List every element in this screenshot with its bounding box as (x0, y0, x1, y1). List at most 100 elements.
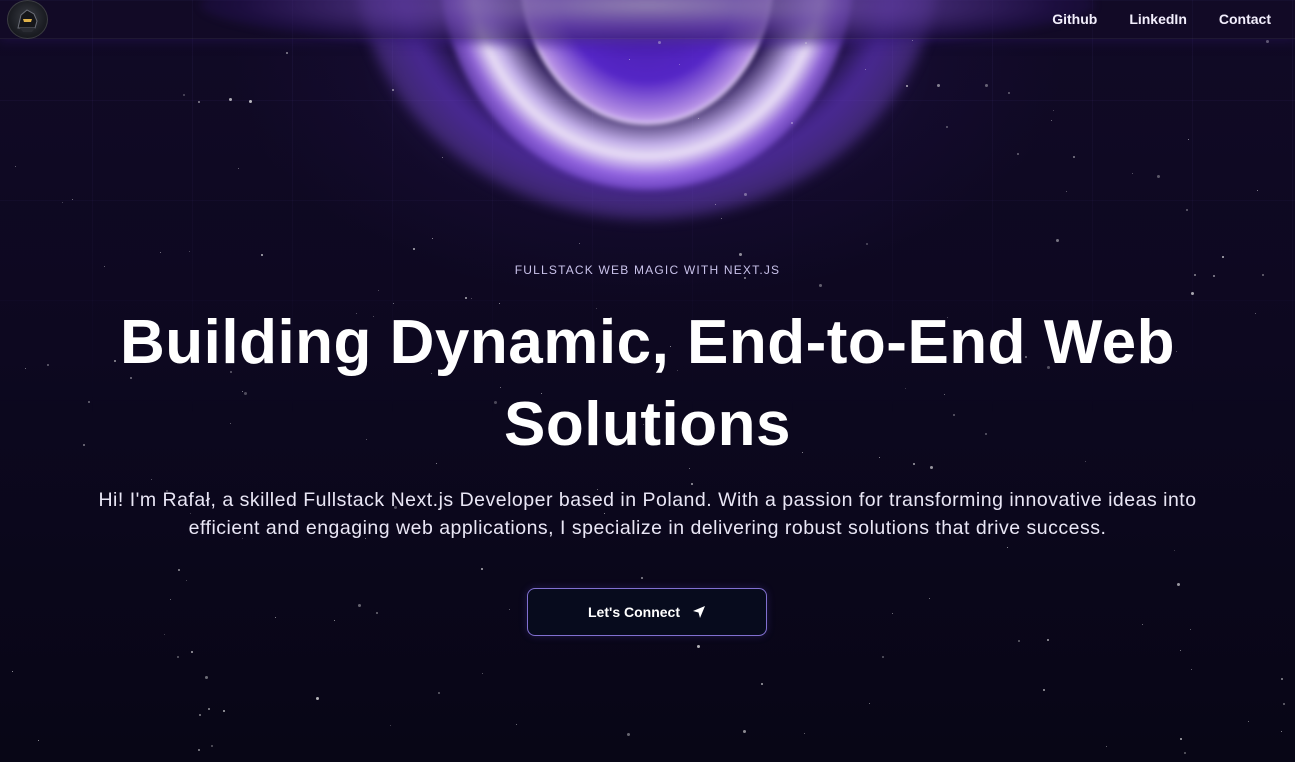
star-dot (442, 157, 443, 158)
star-dot (869, 703, 870, 704)
star-dot (286, 52, 288, 54)
star-dot (186, 580, 187, 581)
star-dot (1043, 689, 1045, 691)
star-dot (1142, 624, 1143, 625)
star-dot (1008, 92, 1010, 94)
star-dot (358, 604, 361, 607)
star-dot (804, 733, 805, 734)
star-dot (38, 740, 39, 741)
star-dot (275, 617, 276, 618)
helmet-logo-icon (17, 9, 38, 32)
star-dot (229, 98, 232, 101)
hero-intro: Hi! I'm Rafał, a skilled Fullstack Next.… (98, 489, 1197, 539)
star-dot (334, 620, 335, 621)
star-dot (698, 118, 699, 119)
star-dot (62, 202, 63, 203)
star-dot (985, 84, 988, 87)
star-dot (739, 253, 742, 256)
star-dot (1190, 629, 1191, 630)
star-dot (744, 193, 747, 196)
star-dot (629, 59, 630, 60)
star-dot (1106, 746, 1107, 747)
star-dot (1283, 703, 1285, 705)
star-dot (392, 89, 394, 91)
star-dot (641, 577, 643, 579)
star-dot (1132, 173, 1133, 174)
star-dot (170, 599, 171, 600)
star-dot (390, 725, 391, 726)
star-dot (15, 166, 16, 167)
star-dot (791, 122, 793, 124)
send-arrow-icon (692, 605, 706, 619)
star-dot (937, 84, 940, 87)
star-dot (223, 710, 225, 712)
nav-link-github[interactable]: Github (1052, 11, 1097, 27)
star-dot (12, 671, 13, 672)
star-dot (715, 204, 716, 205)
hero-page: Github LinkedIn Contact FULLSTACK WEB MA… (0, 0, 1295, 762)
star-dot (183, 94, 185, 96)
star-dot (658, 41, 661, 44)
star-dot (679, 64, 680, 65)
star-dot (1281, 678, 1283, 680)
star-dot (316, 697, 319, 700)
star-dot (1018, 640, 1020, 642)
star-dot (1047, 639, 1049, 641)
star-dot (261, 254, 263, 256)
star-dot (946, 126, 948, 128)
star-dot (721, 218, 722, 219)
star-dot (805, 42, 807, 44)
star-dot (1257, 190, 1258, 191)
star-dot (208, 708, 210, 710)
star-dot (1180, 738, 1182, 740)
star-dot (1174, 550, 1175, 551)
lets-connect-label: Let's Connect (587, 604, 680, 620)
star-dot (198, 101, 200, 103)
star-dot (516, 724, 517, 725)
star-dot (1007, 547, 1008, 548)
star-dot (1056, 239, 1059, 242)
star-dot (906, 85, 908, 87)
star-dot (191, 651, 193, 653)
star-dot (1266, 40, 1269, 43)
star-dot (198, 749, 200, 751)
lets-connect-button[interactable]: Let's Connect (527, 588, 767, 636)
star-dot (761, 683, 763, 685)
star-dot (1051, 120, 1052, 121)
star-dot (1073, 156, 1075, 158)
nav-links: Github LinkedIn Contact (1052, 0, 1271, 38)
nav-link-linkedin[interactable]: LinkedIn (1129, 11, 1187, 27)
star-dot (1066, 191, 1067, 192)
star-dot (160, 252, 161, 253)
nav-link-contact[interactable]: Contact (1219, 11, 1271, 27)
star-dot (1177, 583, 1180, 586)
hero-headline: Building Dynamic, End-to-End Web Solutio… (119, 308, 1176, 459)
star-dot (1281, 731, 1282, 732)
star-dot (438, 692, 440, 694)
star-dot (929, 598, 930, 599)
star-dot (579, 243, 580, 244)
star-dot (1248, 721, 1249, 722)
star-dot (509, 609, 510, 610)
star-dot (1186, 209, 1188, 211)
star-dot (866, 243, 868, 245)
star-dot (865, 69, 866, 70)
star-dot (912, 40, 913, 41)
star-dot (1157, 175, 1160, 178)
logo-avatar[interactable] (7, 0, 48, 39)
star-dot (164, 634, 165, 635)
star-dot (205, 676, 208, 679)
star-dot (1017, 153, 1019, 155)
star-dot (199, 714, 201, 716)
star-dot (1184, 752, 1186, 754)
star-dot (1191, 669, 1192, 670)
star-dot (1188, 139, 1189, 140)
star-dot (376, 612, 378, 614)
star-dot (1222, 256, 1224, 258)
star-dot (432, 238, 433, 239)
star-dot (743, 730, 746, 733)
hero-section: FULLSTACK WEB MAGIC WITH NEXT.JS Buildin… (0, 262, 1295, 542)
star-dot (481, 568, 483, 570)
star-dot (669, 160, 670, 161)
star-dot (882, 656, 884, 658)
